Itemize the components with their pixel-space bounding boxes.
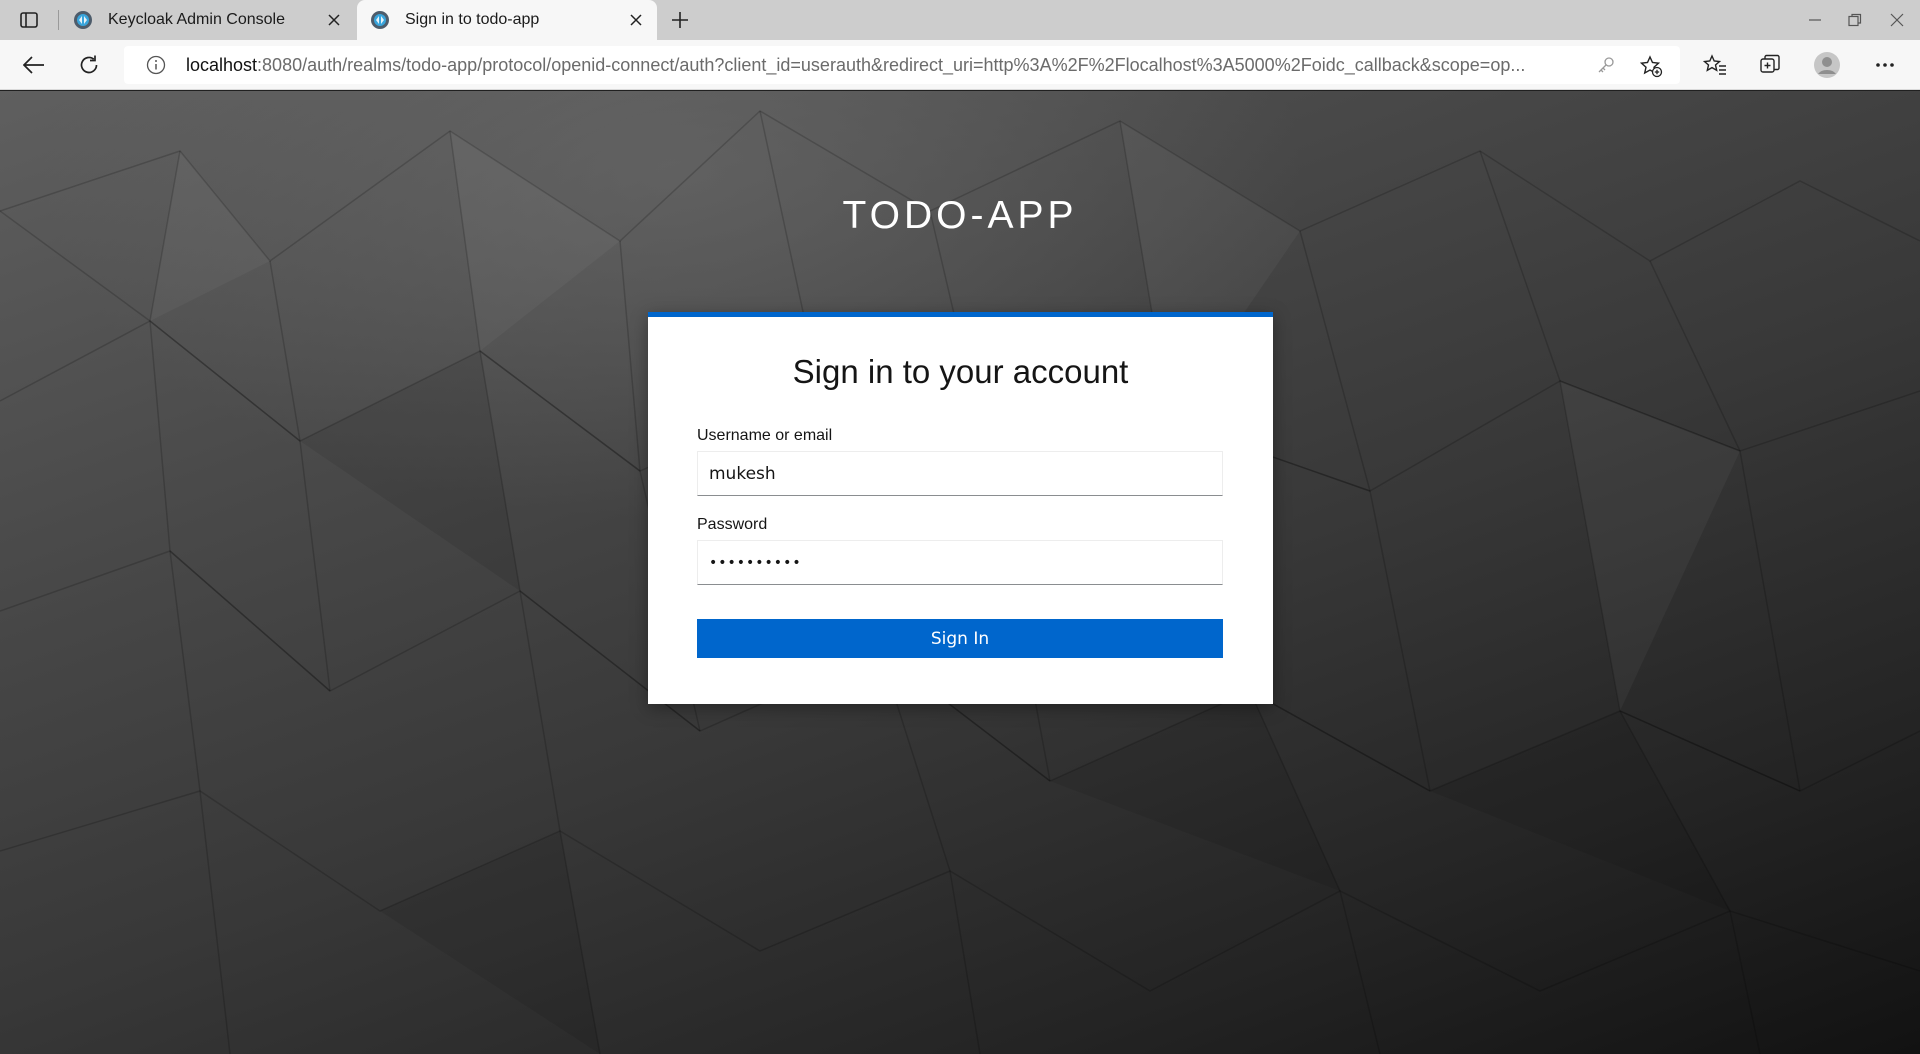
add-favorite-icon[interactable] [1639,54,1663,78]
tab-actions-icon[interactable] [17,9,41,31]
password-label: Password [697,516,768,533]
password-input[interactable]: •••••••••• [697,540,1223,585]
username-input[interactable]: mukesh [697,451,1223,496]
tab-sign-in[interactable]: Sign in to todo-app [357,0,657,40]
keycloak-favicon-icon [73,10,93,30]
login-page: TODO-APP Sign in to your account Usernam… [0,91,1920,1054]
card-title: Sign in to your account [792,353,1129,390]
close-icon[interactable] [625,9,647,31]
close-icon[interactable] [323,9,345,31]
realm-title: TODO-APP [842,194,1078,237]
url-path: :8080/auth/realms/todo-app/protocol/open… [257,55,1526,75]
new-tab-icon[interactable] [668,8,692,32]
window-close-icon[interactable] [1885,8,1909,32]
restore-icon[interactable] [1843,8,1867,32]
more-options-icon[interactable] [1871,51,1899,79]
tab-title: Keycloak Admin Console [108,11,285,28]
url-host: localhost [186,55,258,75]
favorites-icon[interactable] [1701,51,1729,79]
key-icon[interactable] [1596,55,1616,75]
back-icon[interactable] [20,51,48,79]
tab-strip: Keycloak Admin Console Sign in to todo-a… [0,0,1920,40]
profile-avatar-icon[interactable] [1813,51,1841,79]
url-text: localhost:8080/auth/realms/todo-app/prot… [186,55,1706,75]
collections-icon[interactable] [1756,51,1784,79]
refresh-icon[interactable] [75,51,103,79]
tab-title: Sign in to todo-app [405,11,540,28]
tab-separator [58,10,59,30]
address-bar[interactable]: localhost:8080/auth/realms/todo-app/prot… [124,46,1680,84]
tab-keycloak-admin[interactable]: Keycloak Admin Console [60,0,355,40]
browser-toolbar: localhost:8080/auth/realms/todo-app/prot… [0,40,1920,90]
site-info-icon[interactable] [146,55,166,75]
sign-in-button[interactable]: Sign In [697,619,1223,658]
keycloak-favicon-icon [370,10,390,30]
minimize-icon[interactable] [1803,8,1827,32]
login-card: Sign in to your account Username or emai… [648,312,1273,704]
username-label: Username or email [697,427,833,444]
